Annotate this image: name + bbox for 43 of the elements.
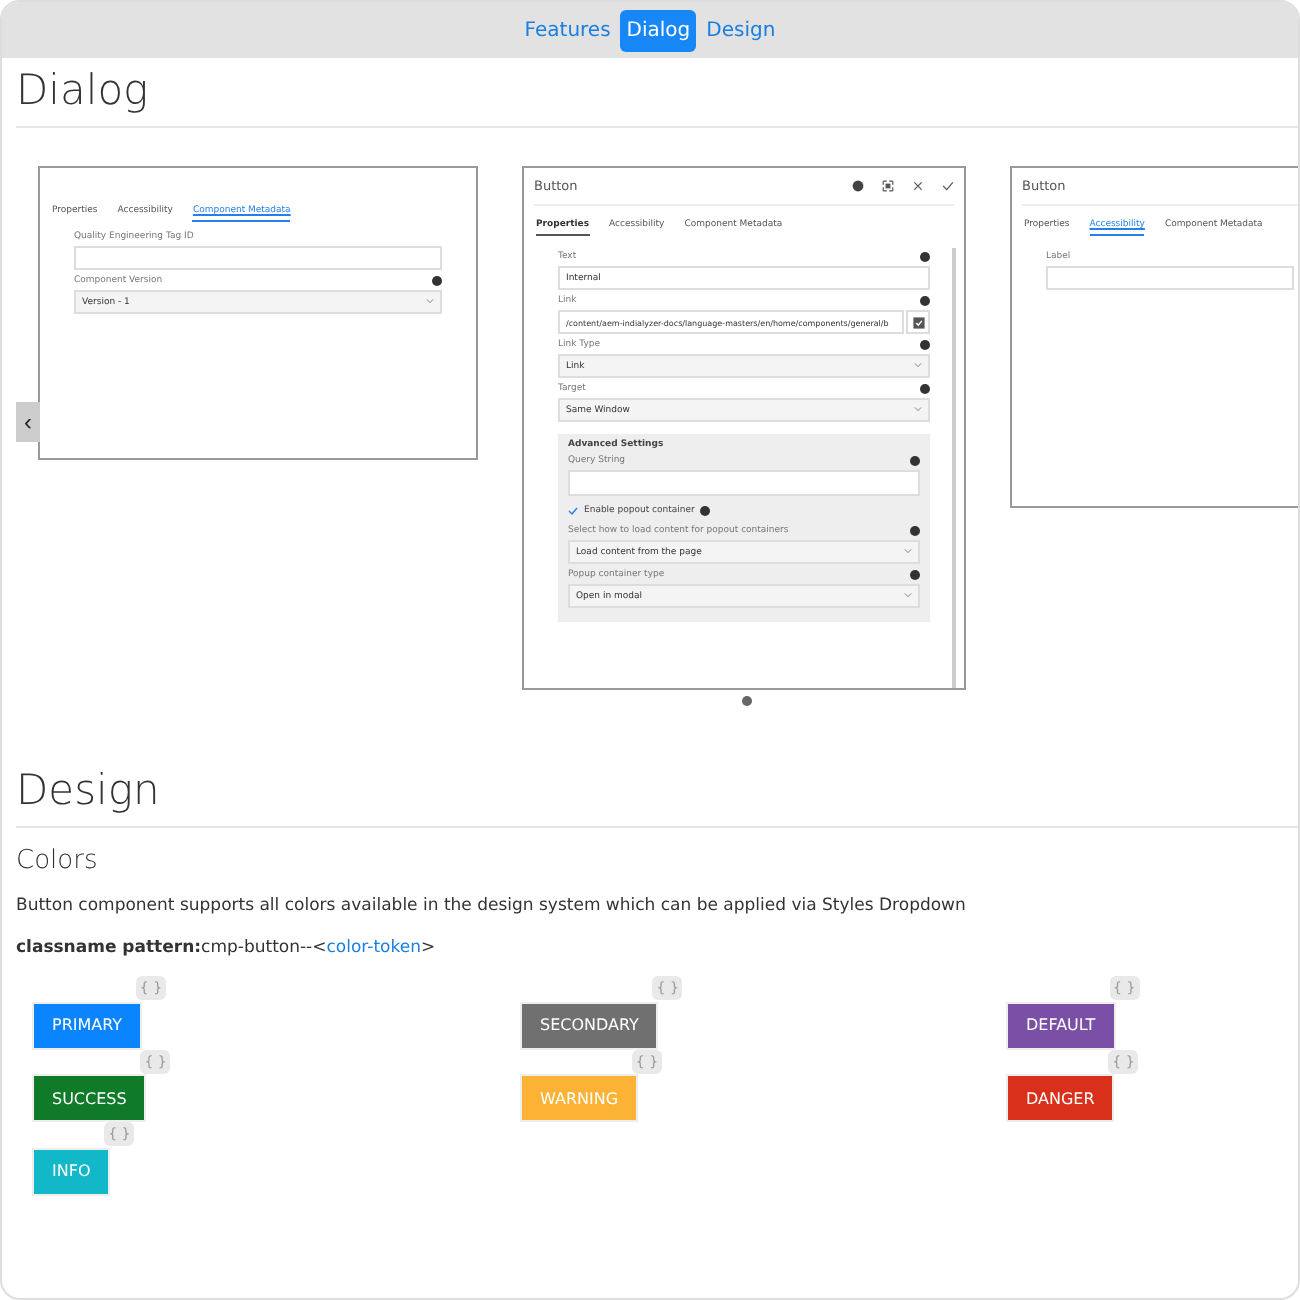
info-icon[interactable] (700, 506, 711, 516)
subheading: Colors (16, 846, 100, 876)
info-icon[interactable] (920, 296, 930, 306)
input-field[interactable] (568, 470, 920, 496)
check-icon[interactable] (942, 180, 954, 192)
input-field[interactable] (74, 246, 442, 270)
picker-button[interactable] (906, 310, 930, 334)
info-icon[interactable] (920, 340, 930, 350)
nav-tab[interactable]: Features (518, 9, 617, 51)
pattern-text: cmp-button--< (201, 938, 327, 958)
checkbox[interactable] (568, 506, 578, 516)
info-icon[interactable] (910, 456, 920, 466)
info-icon[interactable] (432, 276, 442, 286)
info-icon[interactable] (910, 526, 920, 536)
info-icon[interactable] (920, 252, 930, 262)
color-button[interactable]: PRIMARY (34, 1003, 141, 1047)
info-icon[interactable] (910, 570, 920, 580)
info-icon[interactable] (920, 384, 930, 394)
previous-button[interactable]: ‹ (16, 402, 40, 442)
checkbox-icon (911, 315, 925, 329)
section-heading: Dialog (16, 66, 1298, 128)
nav-tab[interactable]: Design (700, 9, 782, 51)
color-button[interactable]: SUCCESS (34, 1076, 145, 1120)
color-button[interactable]: SECONDARY (522, 1003, 657, 1047)
input-field[interactable] (1046, 266, 1294, 290)
nav-tab[interactable]: Dialog (620, 9, 697, 51)
close-icon[interactable] (912, 180, 924, 192)
color-button[interactable]: DANGER (1008, 1076, 1113, 1120)
fullscreen-icon[interactable] (882, 180, 894, 192)
chevron-down-icon (914, 362, 922, 368)
chevron-down-icon (914, 406, 922, 412)
carousel-dot[interactable] (742, 696, 752, 706)
description: Button component supports all colors available in the design system which can be applied via Styles Dropdown (16, 896, 968, 916)
scrollbar[interactable] (952, 248, 956, 688)
color-token-link[interactable]: color-token (326, 938, 421, 958)
pattern-label: classname pattern: (16, 938, 202, 958)
section-heading: Design (16, 766, 1298, 828)
chevron-down-icon (904, 548, 912, 554)
chevron-down-icon (426, 298, 434, 304)
pattern-text: > (420, 938, 436, 958)
chevron-down-icon (904, 592, 912, 598)
color-button[interactable]: DEFAULT (1008, 1003, 1114, 1047)
help-icon[interactable] (852, 180, 864, 192)
